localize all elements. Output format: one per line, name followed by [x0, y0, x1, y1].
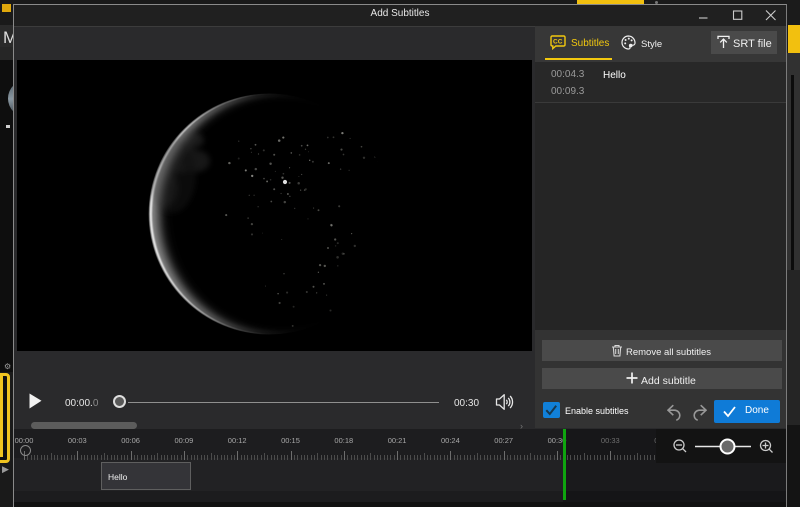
- svg-text:CC: CC: [553, 39, 563, 46]
